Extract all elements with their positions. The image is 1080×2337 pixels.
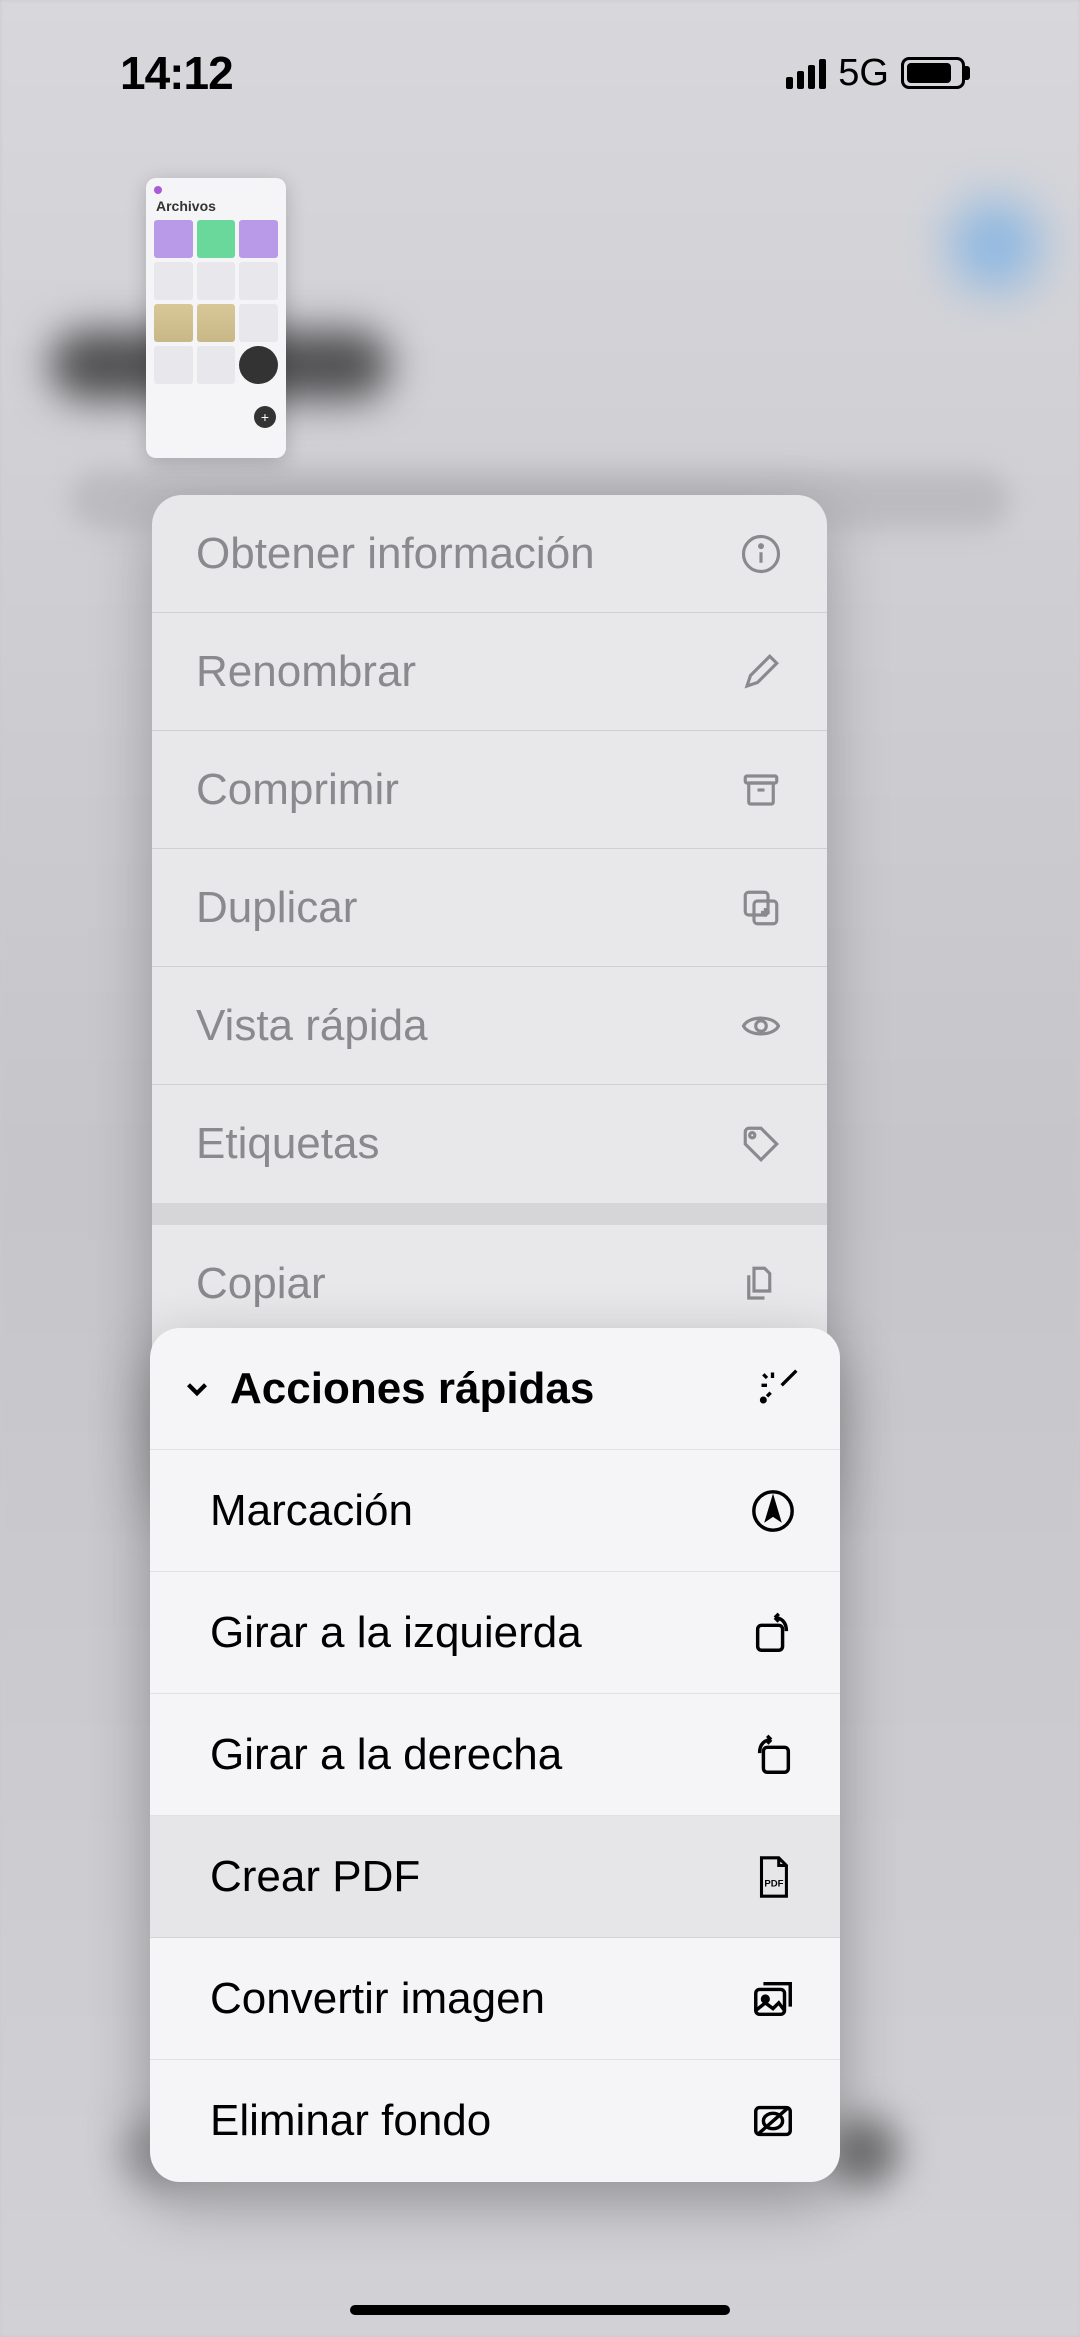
compress-button[interactable]: Comprimir	[152, 731, 827, 849]
tags-button[interactable]: Etiquetas	[152, 1085, 827, 1203]
status-right: 5G	[786, 52, 965, 95]
menu-label: Crear PDF	[210, 1852, 420, 1902]
svg-text:PDF: PDF	[764, 1878, 783, 1889]
menu-label: Etiquetas	[196, 1119, 379, 1169]
eye-icon	[739, 1004, 783, 1048]
info-icon	[739, 532, 783, 576]
menu-label: Girar a la derecha	[210, 1730, 562, 1780]
battery-icon	[901, 57, 965, 89]
duplicate-button[interactable]: Duplicar	[152, 849, 827, 967]
menu-label: Marcación	[210, 1486, 413, 1536]
create-pdf-button[interactable]: Crear PDF PDF	[150, 1816, 840, 1938]
signal-icon	[786, 57, 826, 89]
pencil-icon	[739, 650, 783, 694]
blur-decor	[950, 200, 1040, 290]
app-dot-icon	[154, 186, 162, 194]
copy-button[interactable]: Copiar	[152, 1225, 827, 1343]
menu-label: Convertir imagen	[210, 1974, 545, 2024]
menu-label: Girar a la izquierda	[210, 1608, 582, 1658]
rotate-left-icon	[750, 1610, 796, 1656]
menu-label: Vista rápida	[196, 1001, 428, 1051]
menu-label: Comprimir	[196, 765, 399, 815]
get-info-button[interactable]: Obtener información	[152, 495, 827, 613]
duplicate-icon	[739, 886, 783, 930]
images-icon	[750, 1976, 796, 2022]
rotate-right-button[interactable]: Girar a la derecha	[150, 1694, 840, 1816]
chevron-down-icon	[180, 1372, 214, 1406]
rotate-left-button[interactable]: Girar a la izquierda	[150, 1572, 840, 1694]
convert-image-button[interactable]: Convertir imagen	[150, 1938, 840, 2060]
quick-actions-header[interactable]: Acciones rápidas	[150, 1328, 840, 1450]
quick-actions-menu: Acciones rápidas Marcación Girar a la iz…	[150, 1328, 840, 2182]
thumbnail-title: Archivos	[156, 198, 278, 214]
quick-look-button[interactable]: Vista rápida	[152, 967, 827, 1085]
wand-icon	[756, 1367, 800, 1411]
markup-icon	[750, 1488, 796, 1534]
blur-decor	[830, 2117, 900, 2187]
menu-label: Eliminar fondo	[210, 2096, 491, 2146]
home-indicator[interactable]	[350, 2305, 730, 2315]
thumbnail-grid	[154, 220, 278, 384]
pdf-icon: PDF	[750, 1854, 796, 1900]
status-bar: 14:12 5G	[0, 48, 1080, 98]
quick-actions-title: Acciones rápidas	[230, 1364, 740, 1414]
rotate-right-icon	[750, 1732, 796, 1778]
network-label: 5G	[838, 52, 889, 95]
status-time: 14:12	[120, 46, 233, 100]
remove-background-button[interactable]: Eliminar fondo	[150, 2060, 840, 2182]
add-icon: +	[254, 406, 276, 428]
rename-button[interactable]: Renombrar	[152, 613, 827, 731]
markup-button[interactable]: Marcación	[150, 1450, 840, 1572]
copy-icon	[739, 1262, 783, 1306]
remove-bg-icon	[750, 2098, 796, 2144]
menu-label: Copiar	[196, 1259, 326, 1309]
menu-label: Obtener información	[196, 529, 595, 579]
archive-icon	[739, 768, 783, 812]
menu-label: Duplicar	[196, 883, 357, 933]
menu-separator	[152, 1203, 827, 1225]
file-thumbnail[interactable]: Archivos +	[146, 178, 286, 458]
tag-icon	[739, 1122, 783, 1166]
menu-label: Renombrar	[196, 647, 416, 697]
